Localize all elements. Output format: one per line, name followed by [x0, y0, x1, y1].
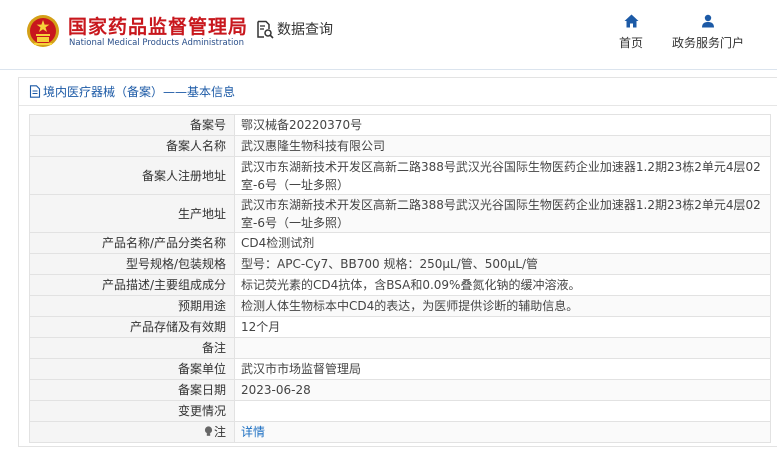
table-row: 产品名称/产品分类名称 CD4检测试剂 — [29, 232, 771, 254]
field-value: CD4检测试剂 — [234, 232, 771, 254]
nav-gov-portal-label: 政务服务门户 — [671, 36, 744, 50]
panel-title-bar: 境内医疗器械（备案）——基本信息 — [19, 78, 777, 106]
field-label: 备案人注册地址 — [29, 156, 235, 195]
home-icon — [624, 14, 638, 28]
record-info-table: 备案号 鄂汉械备20220370号 备案人名称 武汉惠隆生物科技有限公司 备案人… — [29, 114, 771, 443]
table-row: 预期用途 检测人体生物标本中CD4的表达，为医师提供诊断的辅助信息。 — [29, 295, 771, 317]
field-label: 备案人名称 — [29, 135, 235, 157]
table-row: 产品存储及有效期 12个月 — [29, 316, 771, 338]
field-value: 型号：APC-Cy7、BB700 规格：250μL/管、500μL/管 — [234, 253, 771, 275]
field-label: 预期用途 — [29, 295, 235, 317]
field-value: 武汉市东湖新技术开发区高新二路388号武汉光谷国际生物医药企业加速器1.2期23… — [234, 194, 771, 233]
site-header: 国家药品监督管理局 National Medical Products Admi… — [0, 0, 777, 64]
table-row: 备案单位 武汉市市场监督管理局 — [29, 358, 771, 380]
nav-home[interactable]: 首页 — [617, 14, 645, 51]
table-row: 备案号 鄂汉械备20220370号 — [29, 114, 771, 136]
note-label-cell: 注 — [29, 421, 235, 443]
document-icon — [29, 85, 41, 98]
field-value: 武汉惠隆生物科技有限公司 — [234, 135, 771, 157]
field-value: 鄂汉械备20220370号 — [234, 114, 771, 136]
table-row: 备注 — [29, 337, 771, 359]
national-emblem-icon — [27, 15, 59, 47]
table-row: 备案人名称 武汉惠隆生物科技有限公司 — [29, 135, 771, 157]
field-value: 2023-06-28 — [234, 379, 771, 401]
field-label: 变更情况 — [29, 400, 235, 422]
table-row: 变更情况 — [29, 400, 771, 422]
table-row: 型号规格/包装规格 型号：APC-Cy7、BB700 规格：250μL/管、50… — [29, 253, 771, 275]
user-icon — [702, 14, 714, 28]
data-query-label: 数据查询 — [277, 22, 333, 38]
lightbulb-icon — [204, 426, 213, 436]
field-value: 武汉市市场监督管理局 — [234, 358, 771, 380]
field-label: 备案号 — [29, 114, 235, 136]
table-row: 生产地址 武汉市东湖新技术开发区高新二路388号武汉光谷国际生物医药企业加速器1… — [29, 194, 771, 233]
field-value — [234, 337, 771, 359]
field-label: 生产地址 — [29, 194, 235, 233]
field-value — [234, 400, 771, 422]
field-label: 产品存储及有效期 — [29, 316, 235, 338]
details-link[interactable]: 详情 — [241, 425, 265, 439]
document-search-icon — [257, 20, 274, 39]
table-row: 产品描述/主要组成成分 标记荧光素的CD4抗体，含BSA和0.09%叠氮化钠的缓… — [29, 274, 771, 296]
field-value: 武汉市东湖新技术开发区高新二路388号武汉光谷国际生物医药企业加速器1.2期23… — [234, 156, 771, 195]
field-label: 注 — [213, 425, 226, 439]
field-label: 备案单位 — [29, 358, 235, 380]
field-label: 型号规格/包装规格 — [29, 253, 235, 275]
table-row: 备案人注册地址 武汉市东湖新技术开发区高新二路388号武汉光谷国际生物医药企业加… — [29, 156, 771, 195]
field-label: 备注 — [29, 337, 235, 359]
field-label: 产品描述/主要组成成分 — [29, 274, 235, 296]
org-name-cn: 国家药品监督管理局 — [68, 16, 249, 38]
nav-gov-portal[interactable]: 政务服务门户 — [668, 14, 748, 51]
field-value: 检测人体生物标本中CD4的表达，为医师提供诊断的辅助信息。 — [234, 295, 771, 317]
header-divider — [0, 69, 777, 70]
field-label: 产品名称/产品分类名称 — [29, 232, 235, 254]
info-panel: 境内医疗器械（备案）——基本信息 备案号 鄂汉械备20220370号 备案人名称… — [18, 77, 777, 447]
field-value: 详情 — [234, 421, 771, 443]
table-row: 备案日期 2023-06-28 — [29, 379, 771, 401]
field-value: 标记荧光素的CD4抗体，含BSA和0.09%叠氮化钠的缓冲溶液。 — [234, 274, 771, 296]
panel-title: 境内医疗器械（备案）——基本信息 — [43, 85, 236, 99]
field-label: 备案日期 — [29, 379, 235, 401]
nav-home-label: 首页 — [618, 36, 643, 50]
table-row: 注 详情 — [29, 421, 771, 443]
data-query-link[interactable]: 数据查询 — [255, 19, 333, 39]
org-name-en: National Medical Products Administration — [69, 38, 244, 48]
field-value: 12个月 — [234, 316, 771, 338]
